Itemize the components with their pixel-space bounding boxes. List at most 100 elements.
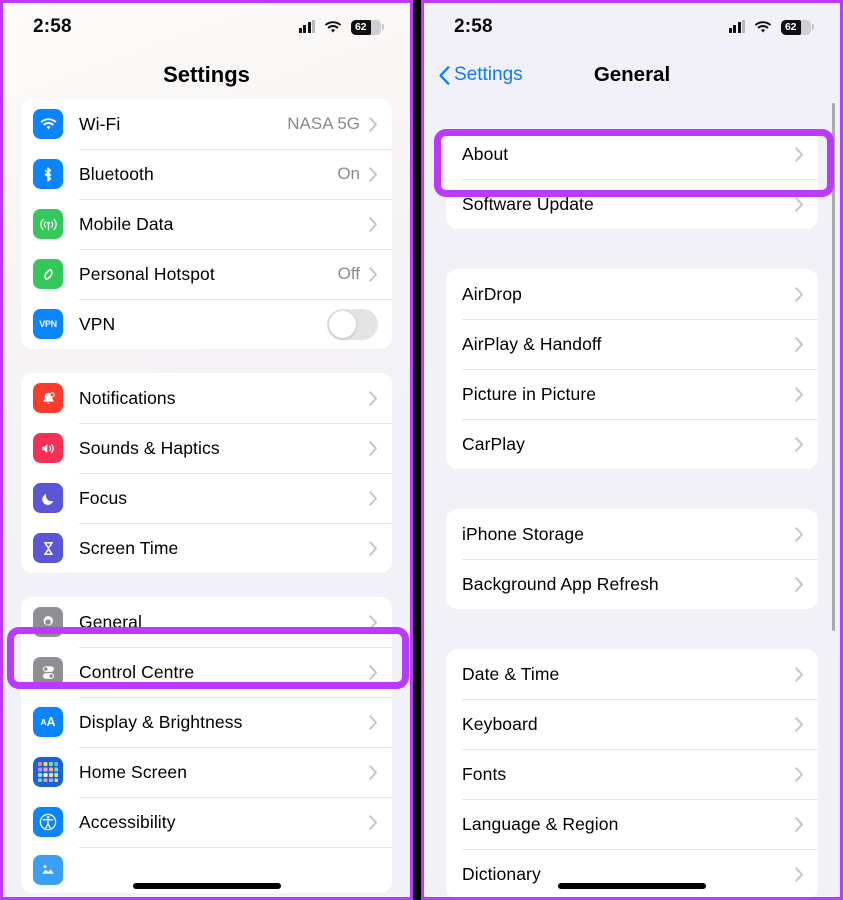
row-value: NASA 5G [287, 114, 360, 133]
chevron-right-icon [369, 764, 378, 780]
chevron-left-icon [439, 65, 450, 85]
control-centre-app-icon [33, 657, 63, 687]
row-label: Personal Hotspot [79, 263, 215, 284]
home-indicator [132, 883, 281, 889]
chevron-right-icon [369, 216, 378, 232]
back-button[interactable]: Settings [439, 64, 523, 86]
list-item-iphone-storage[interactable]: iPhone Storage [446, 509, 818, 559]
list-item-keyboard[interactable]: Keyboard [446, 699, 818, 749]
row-label: AirDrop [462, 283, 523, 304]
battery-icon: 62 [781, 19, 814, 35]
row-label: Background App Refresh [462, 573, 659, 594]
general-group-sharing: AirDrop AirPlay & Handoff Picture in Pic… [446, 269, 818, 469]
personal-hotspot-app-icon [33, 259, 63, 289]
settings-scroll-area[interactable]: Wi-Fi NASA 5G Bluetooth On Mobile Data P… [3, 99, 410, 897]
vpn-toggle[interactable] [327, 308, 378, 340]
cellular-bars-icon [728, 20, 745, 33]
sidebar-item-focus[interactable]: Focus [21, 473, 392, 523]
sidebar-item-personal-hotspot[interactable]: Personal Hotspot Off [21, 249, 392, 299]
list-item-airdrop[interactable]: AirDrop [446, 269, 818, 319]
notifications-app-icon [33, 383, 63, 413]
home-screen-app-icon [33, 757, 63, 787]
battery-icon: 62 [351, 19, 384, 35]
chevron-right-icon [369, 814, 378, 830]
list-item-carplay[interactable]: CarPlay [446, 419, 818, 469]
list-item-fonts[interactable]: Fonts [446, 749, 818, 799]
chevron-right-icon [795, 666, 804, 682]
sidebar-item-general[interactable]: General [21, 597, 392, 647]
screen-time-app-icon [33, 533, 63, 563]
nav-bar-right: Settings General [424, 51, 840, 99]
chevron-right-icon [795, 386, 804, 402]
sidebar-item-mobile-data[interactable]: Mobile Data [21, 199, 392, 249]
wallpaper-app-icon [33, 855, 63, 885]
wifi-icon [754, 20, 772, 34]
sidebar-item-display-brightness[interactable]: AA Display & Brightness [21, 697, 392, 747]
sidebar-item-sounds-haptics[interactable]: Sounds & Haptics [21, 423, 392, 473]
settings-group-alerts: Notifications Sounds & Haptics Focus Scr… [21, 373, 392, 573]
chevron-right-icon [795, 436, 804, 452]
row-value: Off [337, 264, 360, 283]
cellular-bars-icon [298, 20, 315, 33]
general-scroll-area[interactable]: About Software Update AirDrop AirPlay & … [424, 99, 840, 897]
list-item-date-time[interactable]: Date & Time [446, 649, 818, 699]
list-item-dictionary[interactable]: Dictionary [446, 849, 818, 897]
row-label: Date & Time [462, 663, 560, 684]
settings-screen: 2:58 62 Settings Wi-Fi NASA 5G Bluetooth… [3, 3, 410, 897]
sidebar-item-home-screen[interactable]: Home Screen [21, 747, 392, 797]
chevron-right-icon [369, 714, 378, 730]
wifi-app-icon [33, 109, 63, 139]
sidebar-item-screen-time[interactable]: Screen Time [21, 523, 392, 573]
row-label: Language & Region [462, 813, 619, 834]
chevron-right-icon [369, 166, 378, 182]
sidebar-item-accessibility[interactable]: Accessibility [21, 797, 392, 847]
row-label: Fonts [462, 763, 507, 784]
list-item-language-region[interactable]: Language & Region [446, 799, 818, 849]
chevron-right-icon [795, 336, 804, 352]
sidebar-item-wifi[interactable]: Wi-Fi NASA 5G [21, 99, 392, 149]
battery-level-label: 62 [785, 21, 797, 33]
chevron-right-icon [369, 116, 378, 132]
list-item-software-update[interactable]: Software Update [446, 179, 818, 229]
chevron-right-icon [795, 576, 804, 592]
list-item-airplay-handoff[interactable]: AirPlay & Handoff [446, 319, 818, 369]
chevron-right-icon [795, 526, 804, 542]
row-label: Wi-Fi [79, 113, 121, 134]
row-label: Mobile Data [79, 213, 174, 234]
status-bar-left: 2:58 62 [3, 3, 410, 51]
chevron-right-icon [369, 614, 378, 630]
display-aa-app-icon: AA [33, 707, 63, 737]
settings-group-connectivity: Wi-Fi NASA 5G Bluetooth On Mobile Data P… [21, 99, 392, 349]
sounds-app-icon [33, 433, 63, 463]
left-phone-panel: 2:58 62 Settings Wi-Fi NASA 5G Bluetooth… [0, 0, 413, 900]
list-item-background-app-refresh[interactable]: Background App Refresh [446, 559, 818, 609]
row-label: AirPlay & Handoff [462, 333, 602, 354]
list-item-about[interactable]: About [446, 129, 818, 179]
sidebar-item-bluetooth[interactable]: Bluetooth On [21, 149, 392, 199]
sidebar-item-notifications[interactable]: Notifications [21, 373, 392, 423]
nav-bar-left: Settings [3, 51, 410, 99]
vertical-scrollbar[interactable] [831, 103, 835, 631]
chevron-right-icon [795, 816, 804, 832]
chevron-right-icon [795, 766, 804, 782]
row-label: Display & Brightness [79, 711, 243, 732]
battery-level-label: 62 [355, 21, 367, 33]
sidebar-item-control-centre[interactable]: Control Centre [21, 647, 392, 697]
sidebar-item-vpn[interactable]: VPN VPN [21, 299, 392, 349]
wifi-icon [324, 20, 342, 34]
screenshot-stage: 2:58 62 Settings Wi-Fi NASA 5G Bluetooth… [0, 0, 843, 900]
row-label: Picture in Picture [462, 383, 597, 404]
status-indicators: 62 [298, 19, 384, 35]
row-label: iPhone Storage [462, 523, 585, 544]
list-item-picture-in-picture[interactable]: Picture in Picture [446, 369, 818, 419]
general-group-locale: Date & Time Keyboard Fonts Language & Re… [446, 649, 818, 897]
row-label: Sounds & Haptics [79, 437, 220, 458]
row-label: Control Centre [79, 661, 195, 682]
accessibility-app-icon [33, 807, 63, 837]
home-indicator [558, 883, 706, 889]
chevron-right-icon [369, 490, 378, 506]
